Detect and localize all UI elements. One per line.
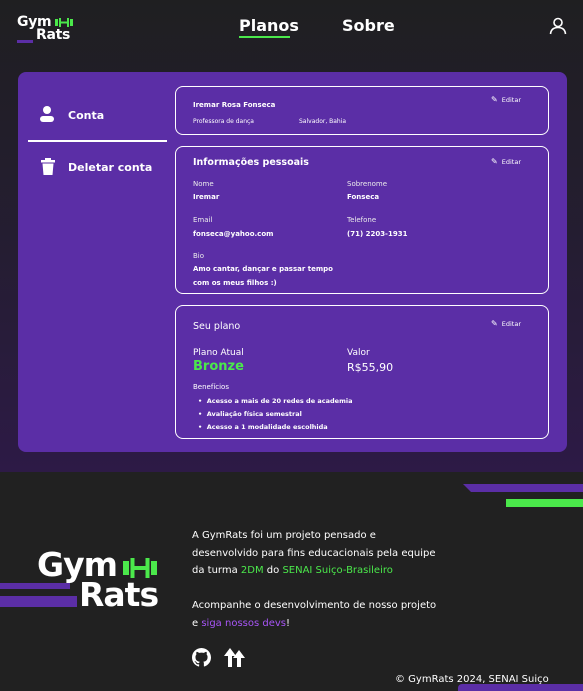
logo-word-rats: Rats	[36, 27, 71, 43]
email-label: Email	[193, 216, 213, 224]
price-value: R$55,90	[347, 361, 394, 374]
benefit-text: Avaliação física semestral	[206, 410, 302, 418]
benefits-label: Benefícios	[193, 383, 229, 391]
plan-card: Seu plano ✎ Editar Plano Atual Bronze Val…	[175, 305, 549, 439]
footer-about-line: da turma 2DM do SENAI Suiço-Brasileiro	[192, 562, 435, 580]
footer-decor-bar	[458, 684, 583, 691]
benefit-item: • Avaliação física semestral	[198, 410, 302, 418]
bio-label: Bio	[193, 252, 205, 260]
logo[interactable]: Gym Rats	[17, 15, 75, 43]
upload-arrows-icon[interactable]	[224, 648, 245, 667]
edit-profile-button[interactable]: ✎ Editar	[491, 95, 521, 104]
logo-word-rats: Rats	[79, 575, 159, 614]
logo-bar	[17, 40, 33, 43]
phone-value: (71) 2203-1931	[347, 230, 408, 238]
footer-about-line: desenvolvido para fins educacionais pela…	[192, 547, 436, 559]
turma-link[interactable]: 2DM	[241, 565, 264, 576]
last-name-label: Sobrenome	[347, 180, 388, 188]
nav-planos[interactable]: Planos	[239, 16, 299, 35]
edit-personal-info-button[interactable]: ✎ Editar	[491, 157, 521, 166]
personal-info-title: Informações pessoais	[193, 157, 309, 168]
pencil-icon: ✎	[491, 95, 498, 104]
profile-location: Salvador, Bahia	[299, 118, 347, 125]
footer-text: do	[263, 565, 283, 576]
bio-line-2: com os meus filhos :)	[193, 279, 277, 287]
footer-decor-stripe-green	[506, 499, 583, 507]
sidebar-item-label: Deletar conta	[68, 161, 153, 174]
footer-about-line: A GymRats foi um projeto pensado e	[192, 530, 376, 541]
nav-active-indicator	[239, 36, 290, 38]
first-name-label: Nome	[193, 180, 214, 188]
footer-text: !	[286, 617, 291, 629]
phone-label: Telefone	[347, 216, 377, 224]
trash-icon	[41, 158, 55, 175]
personal-info-card: Informações pessoais ✎ Editar Nome Iremar…	[175, 146, 549, 294]
edit-label: Editar	[501, 158, 521, 166]
email-value: fonseca@yahoo.com	[193, 230, 274, 238]
footer-follow-line: e siga nossos devs!	[192, 615, 436, 633]
footer-about: A GymRats foi um projeto pensado e desen…	[192, 527, 435, 580]
first-name-value: Iremar	[193, 193, 220, 201]
plan-title: Seu plano	[193, 321, 241, 332]
edit-plan-button[interactable]: ✎ Editar	[491, 319, 521, 328]
edit-label: Editar	[501, 320, 521, 328]
footer-decor-stripe	[463, 484, 583, 492]
benefit-item: • Acesso a 1 modalidade escolhida	[198, 423, 328, 431]
dumbbell-icon	[55, 18, 73, 27]
profile-card: Iremar Rosa Fonseca Professora de dança …	[175, 86, 549, 135]
current-plan-label: Plano Atual	[193, 348, 244, 358]
current-plan-value: Bronze	[193, 359, 244, 374]
pencil-icon: ✎	[491, 157, 498, 166]
github-icon[interactable]	[192, 648, 211, 667]
footer-follow-line: Acompanhe o desenvolvimento de nosso pro…	[192, 600, 437, 611]
benefit-item: • Acesso a mais de 20 redes de academia	[198, 397, 353, 405]
footer-follow: Acompanhe o desenvolvimento de nosso pro…	[192, 597, 436, 632]
sidebar-item-conta[interactable]: Conta	[28, 98, 167, 142]
sidebar-item-label: Conta	[68, 109, 105, 122]
benefit-text: Acesso a 1 modalidade escolhida	[206, 423, 328, 431]
pencil-icon: ✎	[491, 319, 498, 328]
account-panel: Conta Deletar conta Iremar Rosa Fonseca …	[18, 72, 567, 452]
profile-name: Iremar Rosa Fonseca	[193, 101, 276, 109]
footer-logo: Gym Rats	[37, 548, 162, 612]
nav-sobre[interactable]: Sobre	[342, 16, 395, 35]
benefit-text: Acesso a mais de 20 redes de academia	[206, 397, 353, 405]
footer-text: da turma	[192, 565, 241, 576]
bio-line-1: Amo cantar, dançar e passar tempo	[193, 265, 333, 273]
dumbbell-icon	[123, 558, 157, 578]
school-link[interactable]: SENAI Suiço-Brasileiro	[282, 565, 392, 576]
price-label: Valor	[347, 348, 370, 358]
edit-label: Editar	[501, 96, 521, 104]
last-name-value: Fonseca	[347, 193, 380, 201]
footer-text: e	[192, 617, 202, 629]
profile-role: Professora de dança	[193, 118, 254, 125]
person-icon	[40, 106, 54, 122]
sidebar-item-deletar-conta[interactable]: Deletar conta	[28, 154, 167, 198]
devs-link[interactable]: siga nossos devs	[201, 618, 286, 629]
user-icon[interactable]	[549, 17, 567, 35]
